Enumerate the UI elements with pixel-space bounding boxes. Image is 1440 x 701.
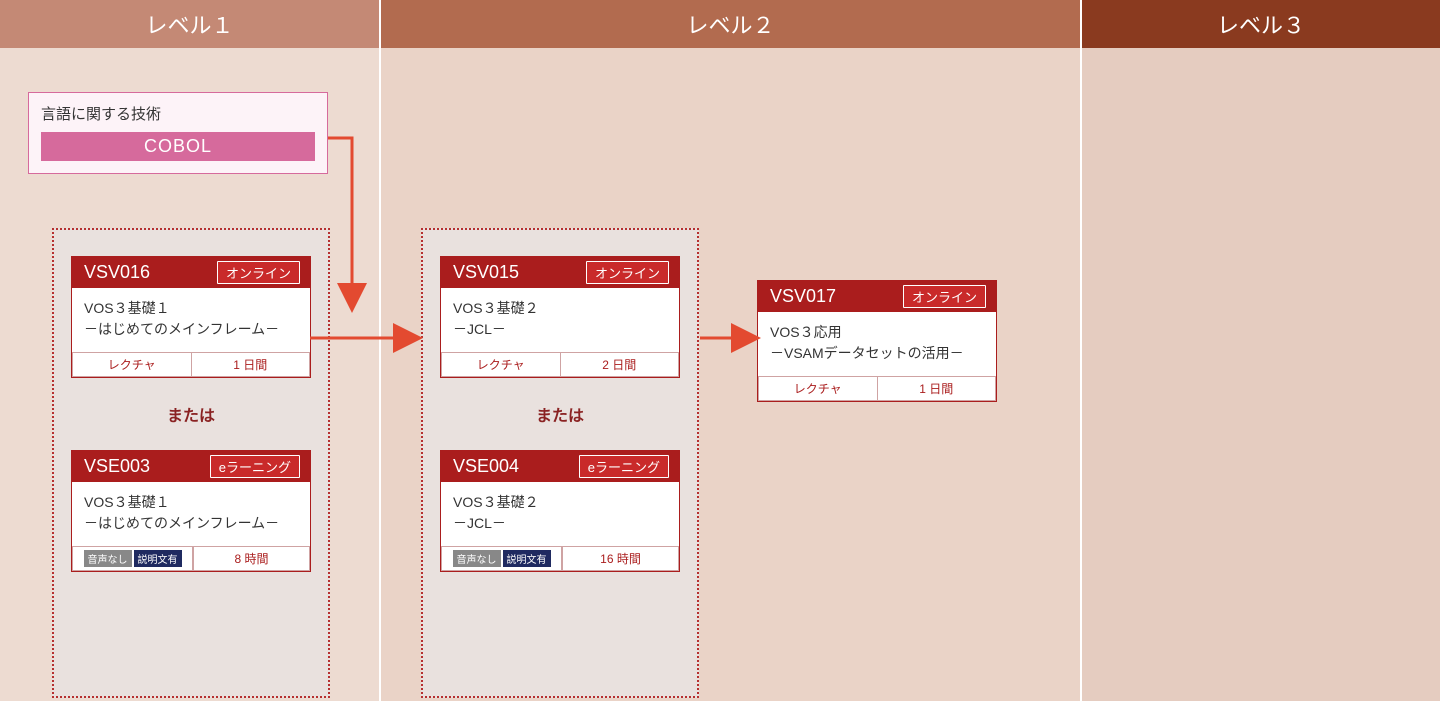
course-code: VSV016 bbox=[84, 262, 150, 283]
course-duration: 16 時間 bbox=[562, 546, 679, 571]
card-footer: レクチャ 1 日間 bbox=[758, 376, 996, 401]
course-group-level1: VSV016 オンライン VOS３基礎１ －はじめてのメインフレーム－ レクチャ… bbox=[52, 228, 330, 698]
duration-value: 1 bbox=[233, 358, 240, 372]
course-badges: 音声なし 説明文有 bbox=[441, 546, 562, 571]
course-card-vsv015[interactable]: VSV015 オンライン VOS３基礎２ －JCL－ レクチャ 2 日間 bbox=[440, 256, 680, 378]
course-title-line2: －JCL－ bbox=[453, 513, 667, 534]
level-1-title: レベル１ bbox=[145, 8, 233, 40]
audio-badge: 音声なし bbox=[453, 550, 501, 567]
or-label: または bbox=[68, 402, 314, 426]
skill-category-box: 言語に関する技術 COBOL bbox=[28, 92, 328, 174]
card-body: VOS３基礎２ －JCL－ bbox=[441, 482, 679, 546]
card-footer: レクチャ 1 日間 bbox=[72, 352, 310, 377]
course-title-line1: VOS３基礎１ bbox=[84, 298, 298, 319]
delivery-mode-badge: eラーニング bbox=[579, 455, 669, 478]
course-title-line1: VOS３基礎２ bbox=[453, 298, 667, 319]
course-group-level2: VSV015 オンライン VOS３基礎２ －JCL－ レクチャ 2 日間 bbox=[421, 228, 699, 698]
level-columns: レベル１ 言語に関する技術 COBOL VSV016 オンライン VOS３基礎１… bbox=[0, 0, 1440, 701]
level-1-column: レベル１ 言語に関する技術 COBOL VSV016 オンライン VOS３基礎１… bbox=[0, 0, 381, 701]
level-1-body: 言語に関する技術 COBOL VSV016 オンライン VOS３基礎１ －はじめ… bbox=[0, 48, 379, 701]
skill-tag-cobol[interactable]: COBOL bbox=[41, 132, 315, 161]
duration-value: 1 bbox=[919, 382, 926, 396]
text-badge: 説明文有 bbox=[503, 550, 551, 567]
delivery-mode-badge: オンライン bbox=[217, 261, 300, 284]
level-2-body: VSV015 オンライン VOS３基礎２ －JCL－ レクチャ 2 日間 bbox=[381, 48, 1080, 701]
duration-unit: 日間 bbox=[929, 382, 953, 396]
card-footer: 音声なし 説明文有 16 時間 bbox=[441, 546, 679, 571]
card-header: VSV015 オンライン bbox=[441, 257, 679, 288]
course-duration: 2 日間 bbox=[561, 352, 680, 377]
level-2-header: レベル２ bbox=[381, 0, 1080, 48]
course-title-line2: －はじめてのメインフレーム－ bbox=[84, 319, 298, 340]
card-footer: 音声なし 説明文有 8 時間 bbox=[72, 546, 310, 571]
duration-value: 2 bbox=[602, 358, 609, 372]
level-3-body bbox=[1082, 48, 1440, 701]
duration-unit: 日間 bbox=[612, 358, 636, 372]
course-format: レクチャ bbox=[758, 376, 878, 401]
course-title-line1: VOS３基礎２ bbox=[453, 492, 667, 513]
course-code: VSE003 bbox=[84, 456, 150, 477]
card-footer: レクチャ 2 日間 bbox=[441, 352, 679, 377]
level-3-header: レベル３ bbox=[1082, 0, 1440, 48]
or-label: または bbox=[437, 402, 683, 426]
card-body: VOS３基礎１ －はじめてのメインフレーム－ bbox=[72, 482, 310, 546]
duration-value: 16 bbox=[600, 552, 613, 566]
card-header: VSV017 オンライン bbox=[758, 281, 996, 312]
duration-unit: 時間 bbox=[617, 552, 641, 566]
course-code: VSV015 bbox=[453, 262, 519, 283]
delivery-mode-badge: eラーニング bbox=[210, 455, 300, 478]
course-title-line2: －はじめてのメインフレーム－ bbox=[84, 513, 298, 534]
duration-value: 8 bbox=[234, 552, 241, 566]
course-title-line1: VOS３応用 bbox=[770, 322, 984, 343]
course-card-vse004[interactable]: VSE004 eラーニング VOS３基礎２ －JCL－ 音声なし 説明文有 1 bbox=[440, 450, 680, 572]
course-card-vsv016[interactable]: VSV016 オンライン VOS３基礎１ －はじめてのメインフレーム－ レクチャ… bbox=[71, 256, 311, 378]
course-duration: 1 日間 bbox=[192, 352, 311, 377]
course-title-line2: －JCL－ bbox=[453, 319, 667, 340]
card-header: VSV016 オンライン bbox=[72, 257, 310, 288]
delivery-mode-badge: オンライン bbox=[586, 261, 669, 284]
course-format: レクチャ bbox=[441, 352, 561, 377]
course-duration: 1 日間 bbox=[878, 376, 997, 401]
course-title-line2: －VSAMデータセットの活用－ bbox=[770, 343, 984, 364]
delivery-mode-badge: オンライン bbox=[903, 285, 986, 308]
skill-category-title: 言語に関する技術 bbox=[41, 103, 315, 124]
level-2-title: レベル２ bbox=[686, 8, 774, 40]
card-body: VOS３応用 －VSAMデータセットの活用－ bbox=[758, 312, 996, 376]
duration-unit: 時間 bbox=[245, 552, 269, 566]
audio-badge: 音声なし bbox=[84, 550, 132, 567]
level-3-column: レベル３ bbox=[1082, 0, 1440, 701]
course-duration: 8 時間 bbox=[193, 546, 310, 571]
card-header: VSE004 eラーニング bbox=[441, 451, 679, 482]
text-badge: 説明文有 bbox=[134, 550, 182, 567]
level-1-header: レベル１ bbox=[0, 0, 379, 48]
course-code: VSV017 bbox=[770, 286, 836, 307]
level-3-title: レベル３ bbox=[1217, 8, 1305, 40]
course-code: VSE004 bbox=[453, 456, 519, 477]
duration-unit: 日間 bbox=[243, 358, 267, 372]
course-card-vsv017[interactable]: VSV017 オンライン VOS３応用 －VSAMデータセットの活用－ レクチャ… bbox=[757, 280, 997, 402]
card-body: VOS３基礎２ －JCL－ bbox=[441, 288, 679, 352]
course-badges: 音声なし 説明文有 bbox=[72, 546, 193, 571]
level-2-column: レベル２ VSV015 オンライン VOS３基礎２ －JCL－ レクチャ bbox=[381, 0, 1082, 701]
course-title-line1: VOS３基礎１ bbox=[84, 492, 298, 513]
card-header: VSE003 eラーニング bbox=[72, 451, 310, 482]
course-card-vse003[interactable]: VSE003 eラーニング VOS３基礎１ －はじめてのメインフレーム－ 音声な… bbox=[71, 450, 311, 572]
card-body: VOS３基礎１ －はじめてのメインフレーム－ bbox=[72, 288, 310, 352]
course-format: レクチャ bbox=[72, 352, 192, 377]
